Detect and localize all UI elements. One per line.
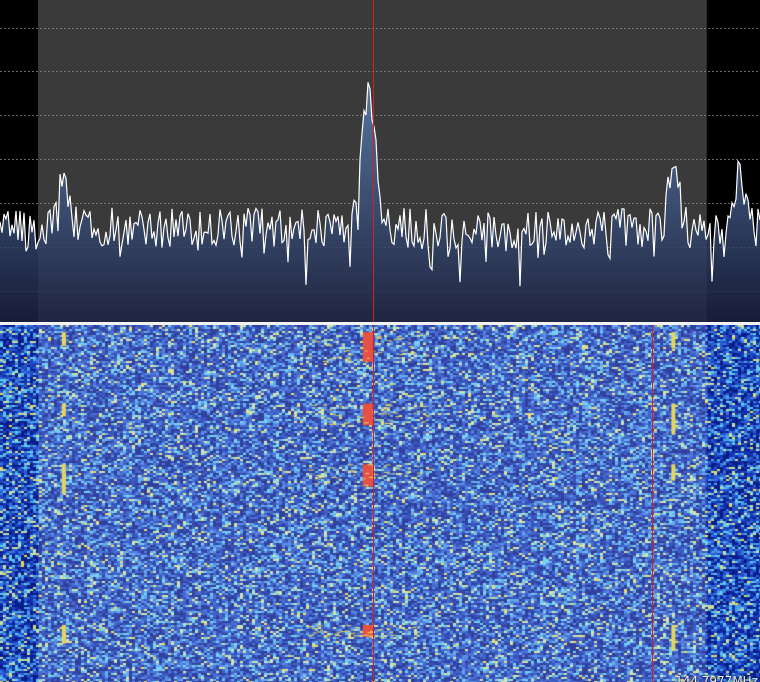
waterfall-passband-highlight (38, 325, 707, 682)
waterfall-overlay (38, 325, 707, 682)
spectrum-display[interactable] (0, 0, 760, 322)
waterfall-display[interactable]: 144.7977MHz (0, 325, 760, 682)
spectrum-plot[interactable] (0, 0, 760, 322)
frequency-readout: 144.7977MHz (675, 674, 758, 682)
